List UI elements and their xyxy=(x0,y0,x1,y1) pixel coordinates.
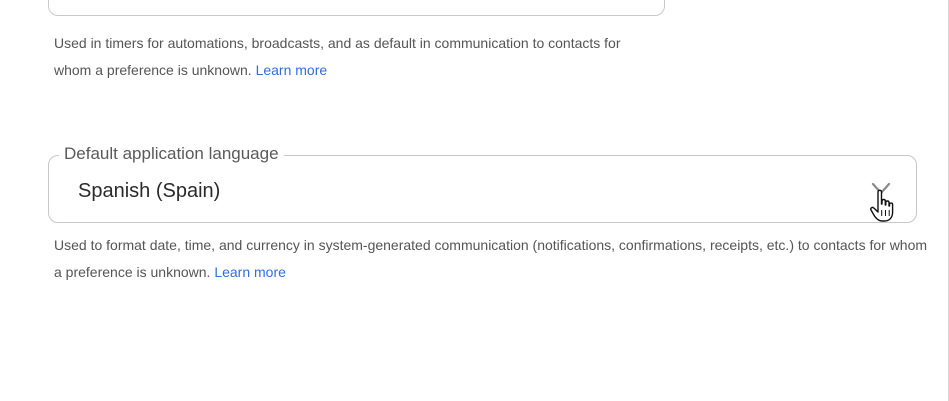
learn-more-link[interactable]: Learn more xyxy=(214,264,286,280)
helper-text: Used to format date, time, and currency … xyxy=(54,237,928,280)
previous-field-helper-text: Used in timers for automations, broadcas… xyxy=(54,30,644,84)
select-label: Default application language xyxy=(59,143,284,165)
hand-pointer-cursor-icon xyxy=(870,189,894,222)
language-field-helper-text: Used to format date, time, and currency … xyxy=(54,232,934,286)
selected-value: Spanish (Spain) xyxy=(78,180,221,202)
default-application-language-select[interactable]: Default application language Spanish (Sp… xyxy=(48,143,917,223)
settings-page: Used in timers for automations, broadcas… xyxy=(0,0,949,401)
helper-text: Used in timers for automations, broadcas… xyxy=(54,35,621,78)
learn-more-link[interactable]: Learn more xyxy=(256,62,328,78)
previous-select-field[interactable] xyxy=(48,0,665,16)
